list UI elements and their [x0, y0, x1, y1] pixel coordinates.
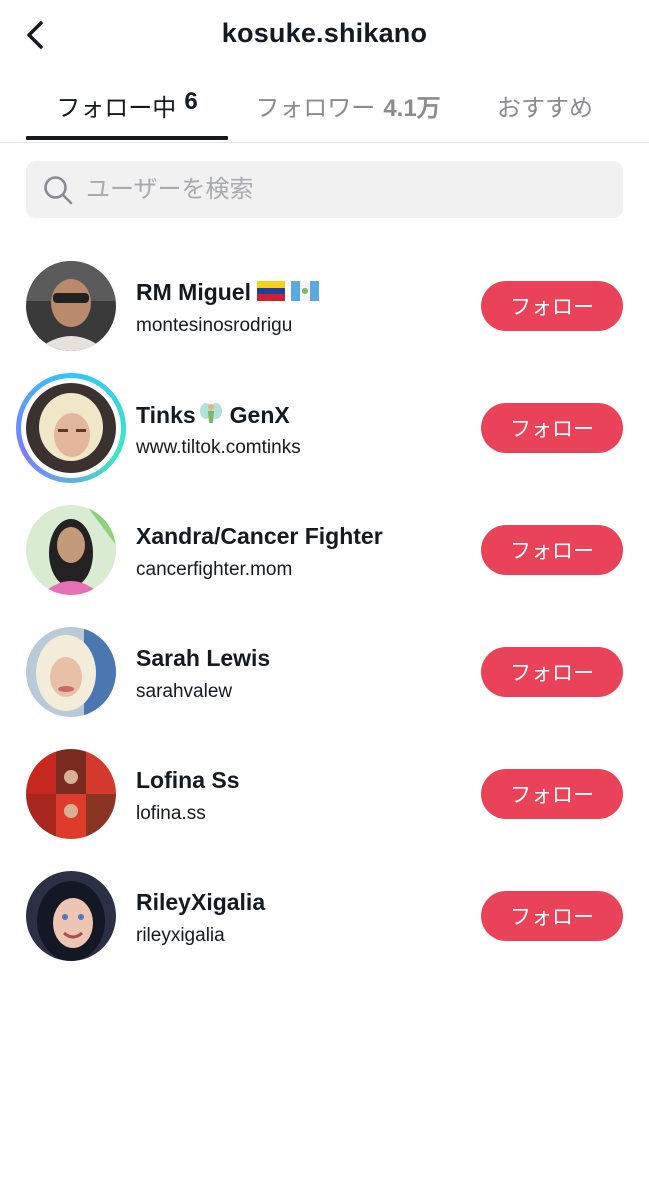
flag-guatemala-icon	[291, 280, 319, 307]
user-name: Tinks GenX	[136, 401, 290, 433]
search-bar[interactable]	[26, 161, 623, 218]
list-item[interactable]: Xandra/Cancer Fighter cancerfighter.mom …	[0, 489, 649, 611]
user-name: Xandra/Cancer Fighter	[136, 523, 383, 549]
search-input[interactable]	[84, 174, 608, 205]
flag-venezuela-icon	[257, 280, 285, 307]
tab-recommended-label: おすすめ	[497, 95, 593, 122]
user-name: Sarah Lewis	[136, 645, 271, 671]
search-icon	[44, 175, 73, 204]
follow-button[interactable]: フォロー	[481, 769, 623, 819]
tab-followers-count: 4.1万	[383, 95, 441, 122]
tab-bar: フォロー中 6 フォロワー 4.1万 おすすめ	[0, 78, 649, 143]
user-handle: rileyxigalia	[136, 925, 225, 946]
user-handle: montesinosrodrigu	[136, 315, 293, 336]
follow-button[interactable]: フォロー	[481, 525, 623, 575]
header: kosuke.shikano	[0, 0, 649, 70]
user-name: Lofina Ss	[136, 767, 240, 793]
avatar[interactable]	[26, 627, 116, 717]
user-handle: sarahvalew	[136, 681, 233, 702]
avatar[interactable]	[26, 383, 116, 473]
user-name: RileyXigalia	[136, 889, 266, 915]
list-item[interactable]: Sarah Lewis sarahvalew フォロー	[0, 611, 649, 733]
avatar[interactable]	[26, 871, 116, 961]
tab-recommended[interactable]: おすすめ	[470, 88, 620, 142]
tab-following[interactable]: フォロー中 6	[26, 88, 228, 142]
tab-following-label: フォロー中	[56, 95, 177, 122]
follow-button[interactable]: フォロー	[481, 647, 623, 697]
avatar[interactable]	[26, 261, 116, 351]
list-item[interactable]: Tinks GenX www.tiltok.comtinks フォロー	[0, 367, 649, 489]
list-item[interactable]: RileyXigalia rileyxigalia フォロー	[0, 855, 649, 977]
user-name: RM Miguel	[136, 279, 319, 307]
fairy-icon	[198, 401, 224, 433]
tab-followers[interactable]: フォロワー 4.1万	[238, 88, 458, 142]
user-handle: www.tiltok.comtinks	[136, 437, 301, 458]
follow-button[interactable]: フォロー	[481, 891, 623, 941]
list-item[interactable]: RM Miguel montesinosrodrigu フォロー	[0, 245, 649, 367]
user-handle: cancerfighter.mom	[136, 559, 293, 580]
list-item[interactable]: Lofina Ss lofina.ss フォロー	[0, 733, 649, 855]
follow-button[interactable]: フォロー	[481, 403, 623, 453]
follow-button[interactable]: フォロー	[481, 281, 623, 331]
page-title: kosuke.shikano	[221, 18, 428, 48]
active-tab-indicator	[26, 136, 228, 140]
avatar[interactable]	[26, 749, 116, 839]
user-handle: lofina.ss	[136, 803, 206, 824]
tab-followers-label: フォロワー	[255, 95, 376, 122]
avatar[interactable]	[26, 505, 116, 595]
tab-following-count: 6	[184, 88, 198, 115]
